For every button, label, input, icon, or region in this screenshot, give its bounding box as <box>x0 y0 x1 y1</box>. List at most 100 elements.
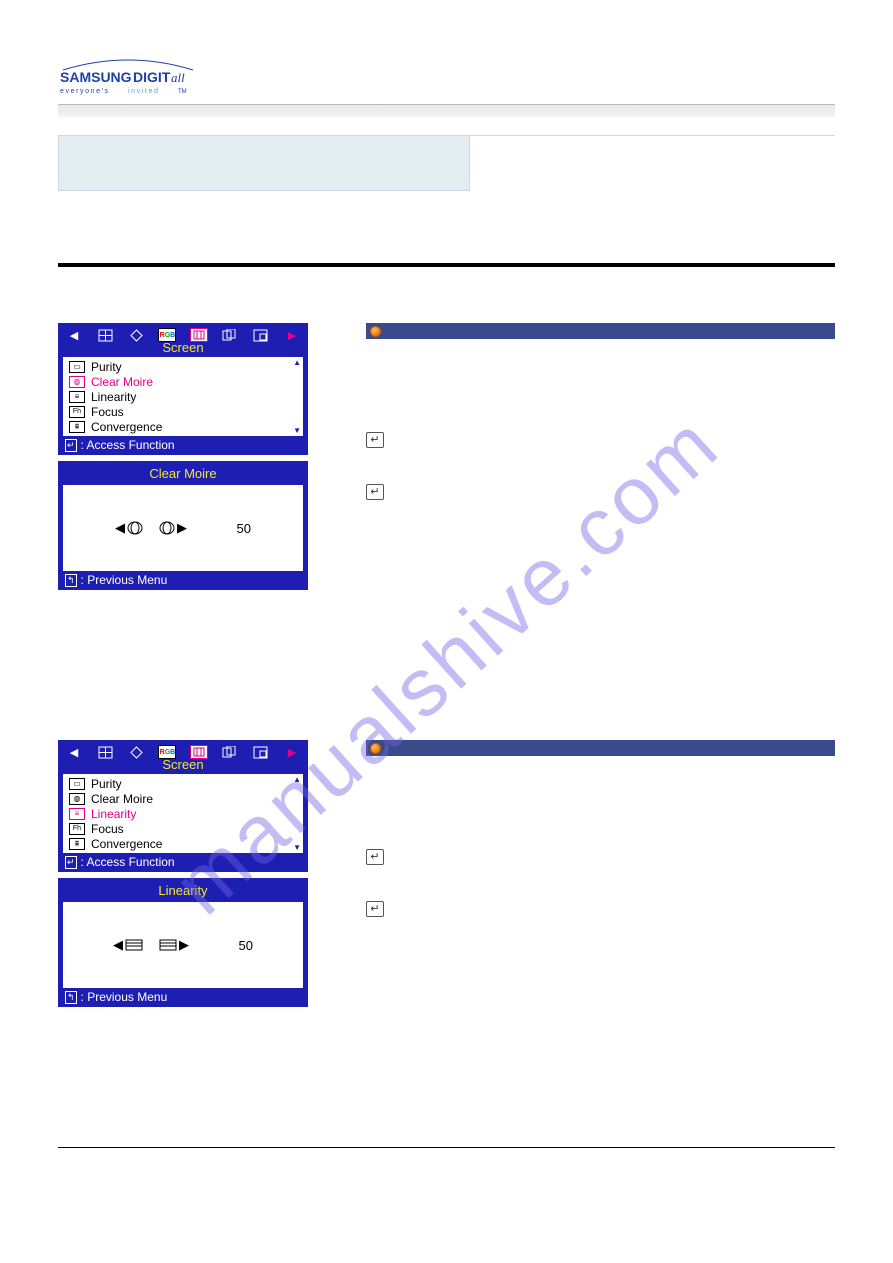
increase-control[interactable]: ▶ <box>159 520 187 536</box>
osd-footer: ↵: Access Function <box>59 436 307 454</box>
osd-panel-screen: ◀ RGB ▶ Screen ▲▼ ▭Purity ◍Clear Moire ≡… <box>58 740 308 872</box>
list-item[interactable]: Fh Focus <box>63 821 303 836</box>
list-item[interactable]: ≡Linearity <box>63 806 303 821</box>
list-label: Linearity <box>91 807 136 821</box>
position-icon[interactable] <box>96 328 114 342</box>
scroll-down-icon[interactable]: ▼ <box>293 843 301 852</box>
triangle-left-icon[interactable]: ◀ <box>65 328 83 342</box>
step-item: ↵ <box>366 901 835 917</box>
adjust-body: ◀ ▶ 50 <box>63 902 303 988</box>
instruction-steps: ↵ ↵ <box>366 849 835 917</box>
step-item: ↵ <box>366 849 835 865</box>
enter-key-icon: ↵ <box>366 901 384 917</box>
list-label: Convergence <box>91 420 162 434</box>
osd-title: Screen <box>59 340 307 357</box>
purity-icon: ▭ <box>69 778 85 790</box>
adjust-title: Linearity <box>59 879 307 902</box>
osd-adjust-panel: Linearity ◀ ▶ 50 ↰: Previous Menu <box>58 878 308 1007</box>
osd-adjust-panel: Clear Moire ◀ ▶ 50 ↰: Previous Menu <box>58 461 308 590</box>
description-text <box>366 774 835 823</box>
size-icon[interactable] <box>127 328 145 342</box>
convergence-icon: ⩩ <box>69 421 85 433</box>
triangle-right-icon[interactable]: ▶ <box>283 328 301 342</box>
convergence-icon: ⩩ <box>69 838 85 850</box>
list-label: Purity <box>91 360 122 374</box>
list-item[interactable]: ≡ Linearity <box>63 389 303 404</box>
svg-text:TM: TM <box>178 89 187 95</box>
osd-title: Screen <box>59 757 307 774</box>
moire-icon: ◍ <box>69 376 85 388</box>
adjust-title: Clear Moire <box>59 462 307 485</box>
enter-key-icon: ↵ <box>366 432 384 448</box>
linearity-icon: ≡ <box>69 391 85 403</box>
focus-icon: Fh <box>69 406 85 418</box>
top-divider-bar <box>58 104 835 117</box>
logo-brand-main: SAMSUNG <box>60 69 132 85</box>
list-label: Clear Moire <box>91 375 153 389</box>
section-heading-bar <box>366 323 835 339</box>
list-label: Purity <box>91 777 122 791</box>
adjust-value: 50 <box>225 521 251 536</box>
purity-icon: ▭ <box>69 361 85 373</box>
double-rule <box>58 263 835 267</box>
adjust-body: ◀ ▶ 50 <box>63 485 303 571</box>
list-label: Focus <box>91 822 124 836</box>
list-label: Clear Moire <box>91 792 153 806</box>
svg-text:DIGIT: DIGIT <box>133 69 171 85</box>
adjust-value: 50 <box>227 938 253 953</box>
size-icon[interactable] <box>127 745 145 759</box>
increase-control[interactable]: ▶ <box>159 937 189 953</box>
decrease-control[interactable]: ◀ <box>115 520 143 536</box>
enter-key-icon: ↵ <box>65 856 77 869</box>
scroll-up-icon[interactable]: ▲ <box>293 775 301 784</box>
step-item: ↵ <box>366 484 835 500</box>
advanced-icon[interactable] <box>221 745 239 759</box>
pip-icon[interactable] <box>252 745 270 759</box>
list-item[interactable]: ◍ Clear Moire <box>63 791 303 806</box>
list-item[interactable]: ▭ Purity <box>63 776 303 791</box>
osd-footer: ↰: Previous Menu <box>59 571 307 589</box>
svg-text:all: all <box>171 70 185 85</box>
osd-footer: ↰: Previous Menu <box>59 988 307 1006</box>
header-banner <box>58 135 835 191</box>
list-label: Convergence <box>91 837 162 851</box>
enter-key-icon: ↵ <box>366 484 384 500</box>
description-text <box>366 357 835 406</box>
header-banner-right <box>470 135 835 191</box>
osd-menu-list: ▲ ▼ ▭ Purity ◍ Clear Moire ≡Linearity Fh Foc… <box>63 774 303 853</box>
instruction-steps: ↵ ↵ <box>366 432 835 500</box>
osd-footer: ↵: Access Function <box>59 853 307 871</box>
step-item: ↵ <box>366 432 835 448</box>
scroll-down-icon[interactable]: ▼ <box>293 426 301 435</box>
list-item[interactable]: ⩩ Convergence <box>63 419 303 434</box>
header-banner-left <box>58 135 470 191</box>
list-item[interactable]: ▭ Purity <box>63 359 303 374</box>
bullet-icon <box>370 326 381 337</box>
pip-icon[interactable] <box>252 328 270 342</box>
osd-panel-screen: ◀ RGB ▶ Screen ▲▼ ▭Purity ◍Clear Moire ≡… <box>58 323 308 455</box>
samsung-logo: SAMSUNG DIGIT all everyone's invited TM <box>58 56 835 96</box>
svg-text:everyone's: everyone's <box>60 88 110 95</box>
enter-key-icon: ↵ <box>366 849 384 865</box>
osd-menu-list: ▲ ▼ ▭ Purity ◍ Clear Moire ≡ Linearity Fh Foc… <box>63 357 303 436</box>
section-heading-bar <box>366 740 835 756</box>
scroll-up-icon[interactable]: ▲ <box>293 358 301 367</box>
back-key-icon: ↰ <box>65 574 77 587</box>
focus-icon: Fh <box>69 823 85 835</box>
list-label: Linearity <box>91 390 136 404</box>
triangle-left-icon[interactable]: ◀ <box>65 745 83 759</box>
list-item[interactable]: ◍ Clear Moire <box>63 374 303 389</box>
advanced-icon[interactable] <box>221 328 239 342</box>
triangle-right-icon[interactable]: ▶ <box>283 745 301 759</box>
enter-key-icon: ↵ <box>65 439 77 452</box>
list-item[interactable]: ⩩ Convergence <box>63 836 303 851</box>
decrease-control[interactable]: ◀ <box>113 937 143 953</box>
svg-text:invited: invited <box>128 88 159 95</box>
list-label: Focus <box>91 405 124 419</box>
position-icon[interactable] <box>96 745 114 759</box>
footer-rule <box>58 1147 835 1148</box>
moire-icon: ◍ <box>69 793 85 805</box>
back-key-icon: ↰ <box>65 991 77 1004</box>
list-item[interactable]: Fh Focus <box>63 404 303 419</box>
bullet-icon <box>370 743 381 754</box>
